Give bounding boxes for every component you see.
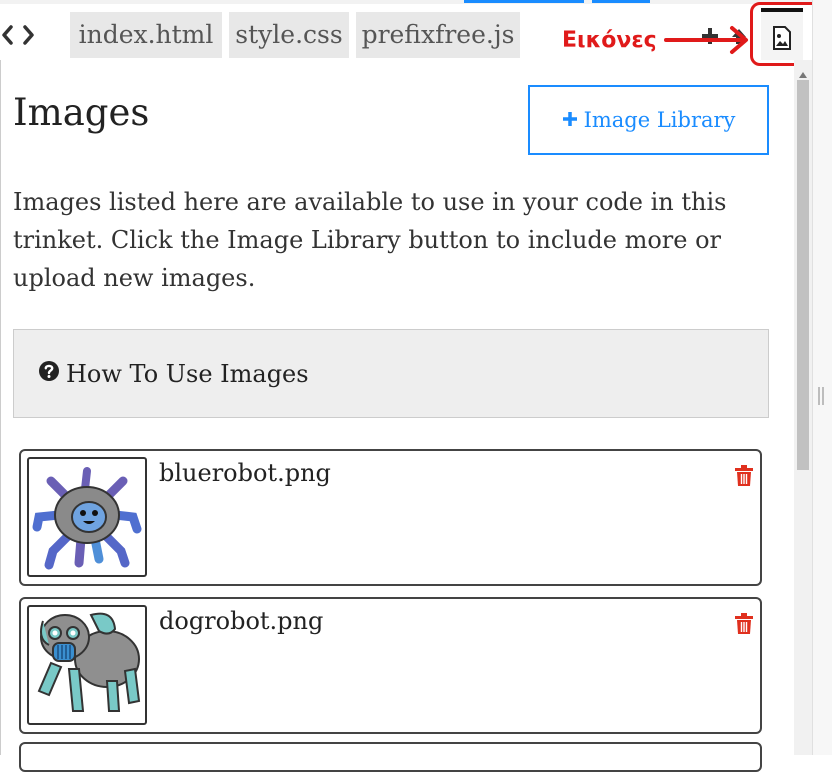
- image-thumbnail[interactable]: [27, 605, 147, 725]
- question-circle-icon: [38, 360, 60, 388]
- image-card-partial: [19, 742, 762, 772]
- chevron-right-icon[interactable]: [18, 20, 38, 50]
- image-filename: dogrobot.png: [159, 607, 324, 635]
- panel-left-border: [0, 60, 1, 755]
- trash-icon[interactable]: [734, 465, 754, 491]
- scrollbar-thumb[interactable]: [797, 80, 809, 470]
- drag-handle-icon[interactable]: [816, 385, 826, 407]
- tab-bar: index.html style.css prefixfree.js Εικόν…: [0, 0, 832, 66]
- images-description: Images listed here are available to use …: [13, 188, 727, 292]
- how-to-use-images-label: How To Use Images: [66, 359, 309, 388]
- image-library-label: Image Library: [583, 108, 736, 132]
- page-title: Images: [13, 91, 150, 134]
- image-library-button[interactable]: Image Library: [528, 85, 769, 155]
- annotation-arrow-icon: [660, 24, 752, 62]
- tab-prefixfree-js[interactable]: prefixfree.js: [356, 12, 520, 58]
- image-thumbnail[interactable]: [27, 457, 147, 577]
- chevron-left-icon[interactable]: [0, 20, 14, 50]
- how-to-use-images-toggle[interactable]: How To Use Images: [13, 329, 769, 418]
- tab-scroll-controls: [0, 20, 38, 50]
- dog-robot-image: [37, 612, 141, 712]
- top-strip: [0, 0, 832, 4]
- tab-style-css[interactable]: style.css: [229, 12, 349, 58]
- tab-index-html[interactable]: index.html: [70, 12, 222, 58]
- image-filename: bluerobot.png: [159, 459, 331, 487]
- annotation-label: Εικόνες: [562, 28, 657, 53]
- plus-icon: [562, 108, 578, 132]
- image-card-dogrobot: dogrobot.png: [19, 597, 762, 734]
- image-card-bluerobot: bluerobot.png: [19, 449, 762, 586]
- resize-gutter[interactable]: [812, 0, 832, 755]
- blue-robot-image: [32, 467, 142, 570]
- vertical-scrollbar[interactable]: [794, 60, 812, 755]
- trash-icon[interactable]: [734, 613, 754, 639]
